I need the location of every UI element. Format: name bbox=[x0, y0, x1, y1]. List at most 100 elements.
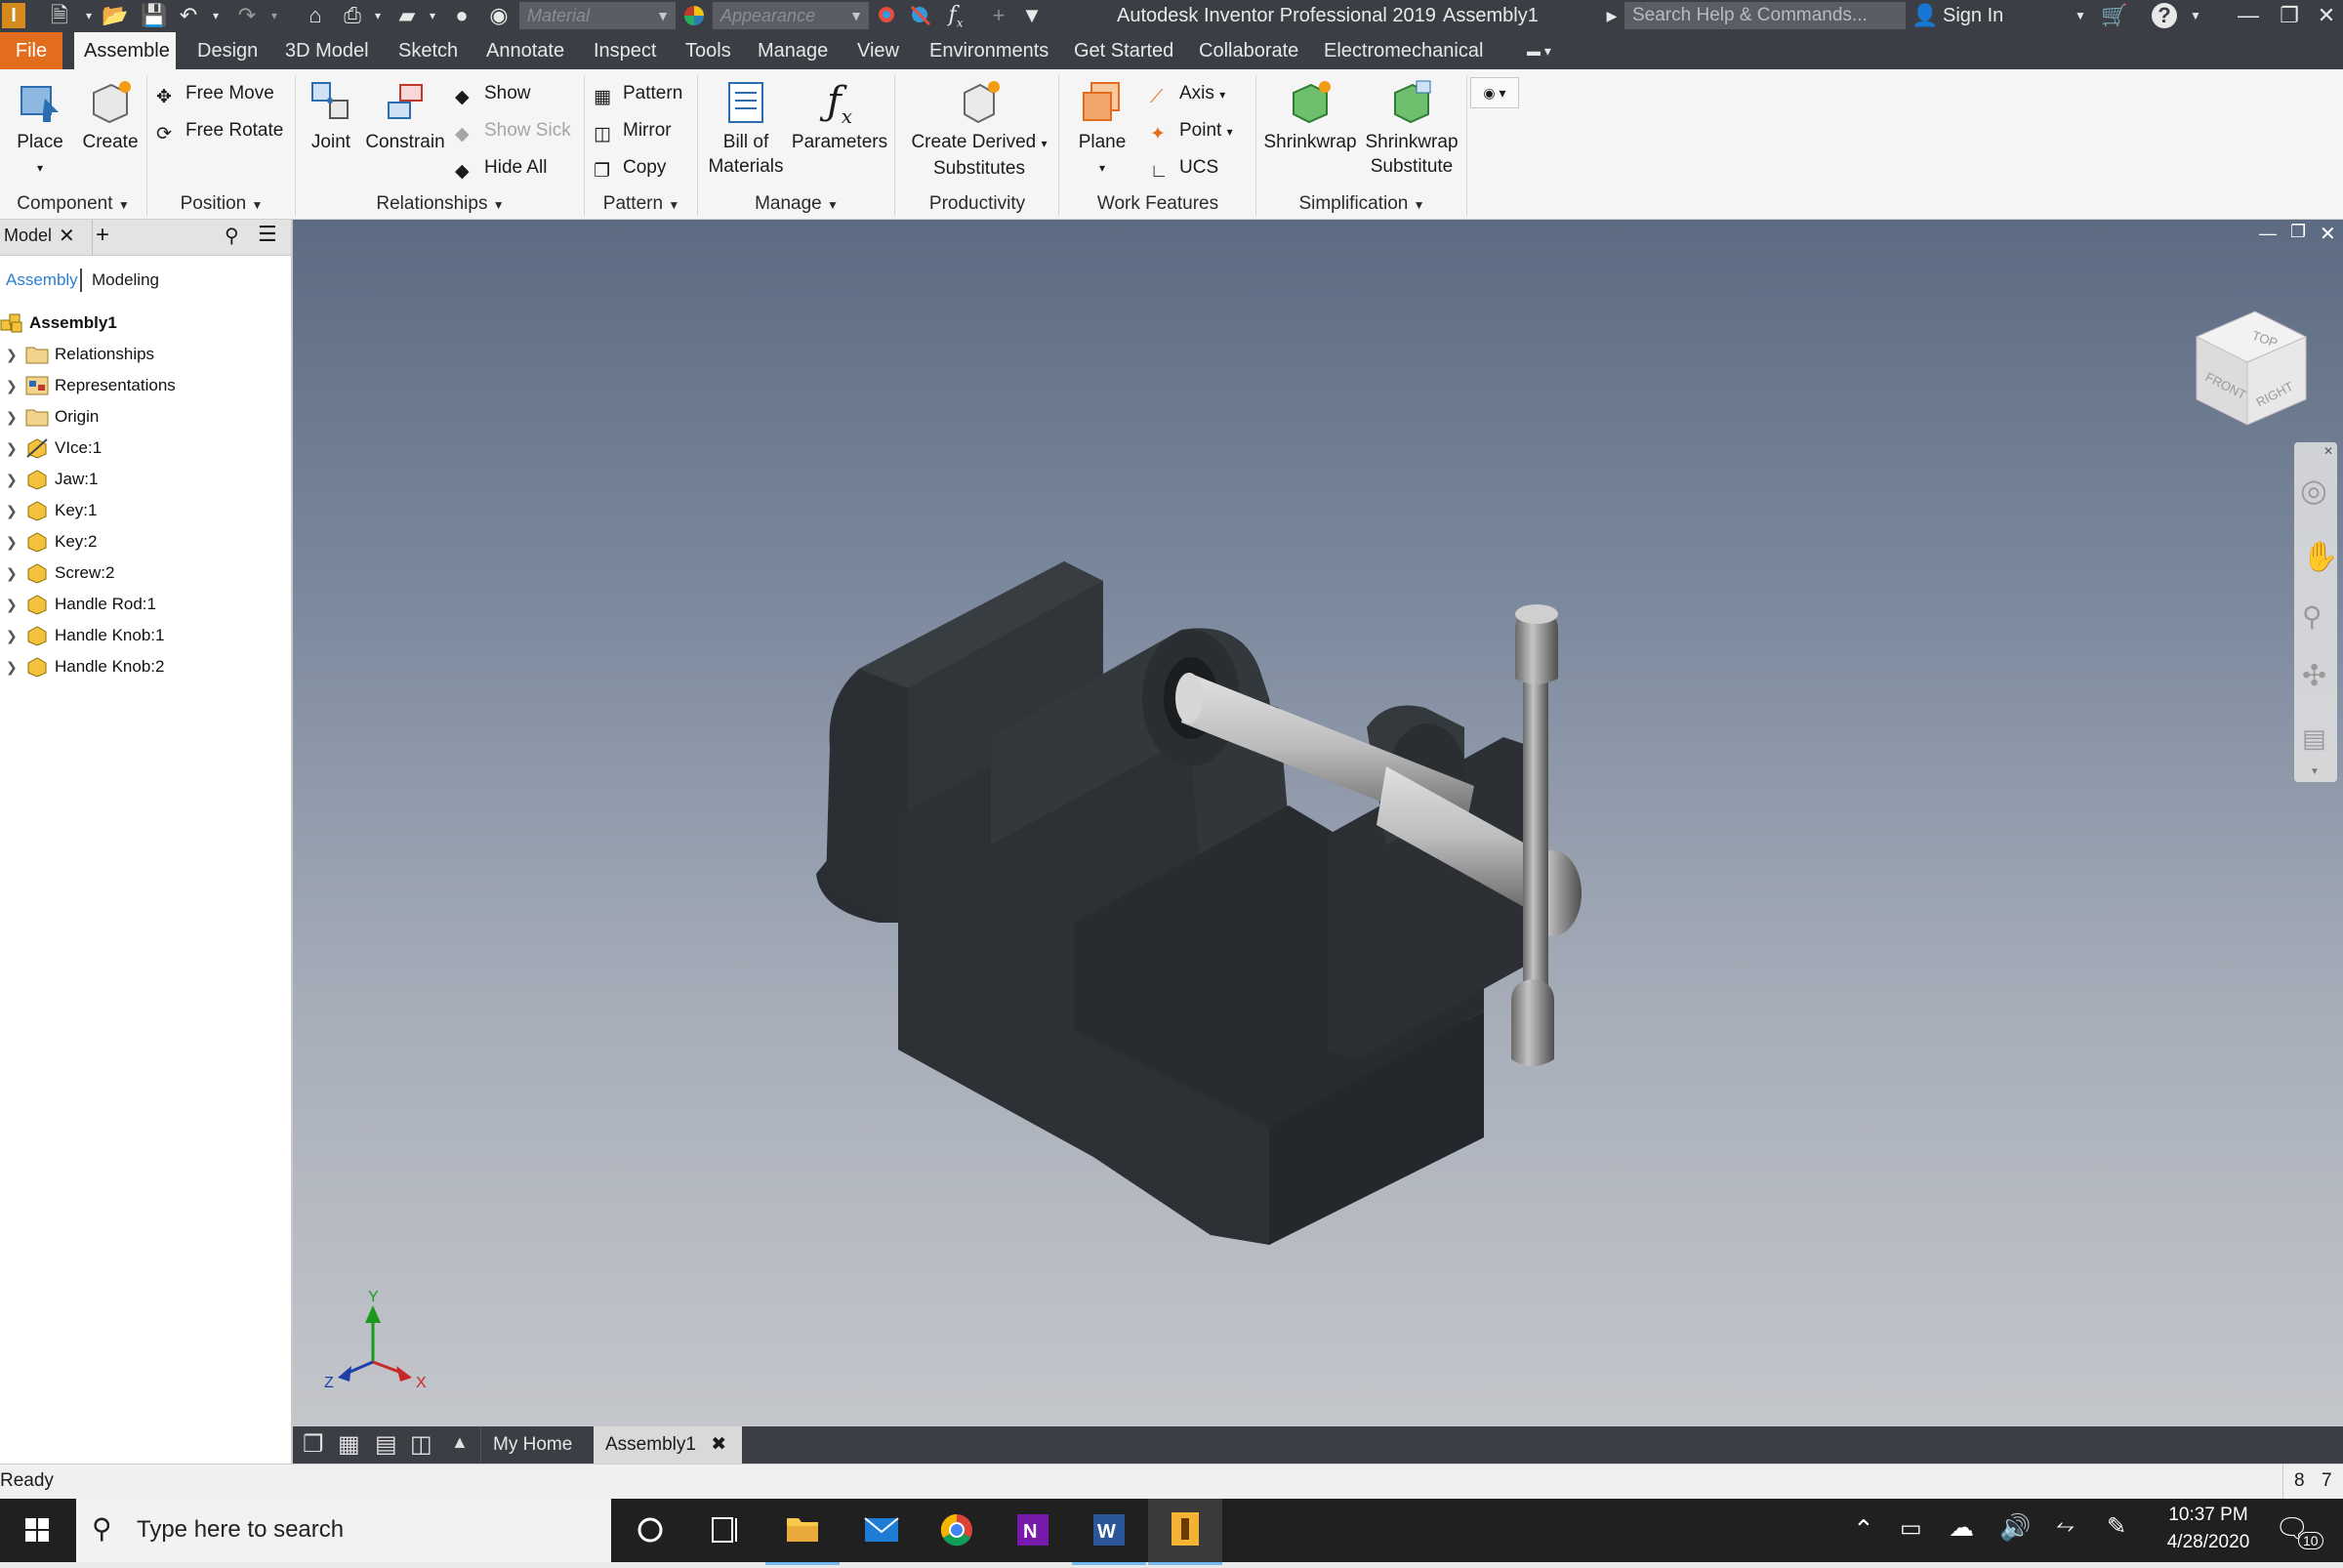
minimize-icon[interactable]: — bbox=[2236, 3, 2261, 28]
pan-hand-icon[interactable]: ✋ bbox=[2302, 540, 2338, 574]
ucs-button[interactable]: ∟ UCS bbox=[1150, 153, 1218, 183]
panel-manage[interactable]: Manage ▼ bbox=[699, 190, 894, 218]
steering-wheel-icon[interactable]: ◎ bbox=[2300, 472, 2327, 509]
clock-time[interactable]: 10:37 PM bbox=[2161, 1505, 2255, 1526]
display-icon[interactable]: ▭ bbox=[1900, 1514, 1922, 1543]
documents-list-icon[interactable]: ▲ bbox=[451, 1432, 469, 1453]
plane-button[interactable]: Plane ▾ bbox=[1068, 77, 1136, 181]
tab-inspect[interactable]: Inspect bbox=[584, 32, 666, 69]
pen-icon[interactable]: ✎ bbox=[2107, 1512, 2126, 1541]
tile-horizontal-icon[interactable]: ▤ bbox=[375, 1430, 397, 1459]
axis-button[interactable]: ⟋ Axis ▾ bbox=[1150, 79, 1225, 108]
hamburger-menu-icon[interactable]: ☰ bbox=[258, 222, 277, 247]
close-tab-icon[interactable]: ✕ bbox=[59, 224, 75, 248]
undo-icon[interactable]: ↶ bbox=[176, 3, 201, 28]
tab-file[interactable]: File bbox=[0, 32, 62, 69]
viewport-close-icon[interactable]: ✕ bbox=[2320, 222, 2336, 246]
mode-assembly[interactable]: Assembly bbox=[6, 270, 78, 290]
pattern-button[interactable]: ▦ Pattern bbox=[594, 79, 682, 108]
free-move-button[interactable]: ✥ Free Move bbox=[156, 79, 274, 108]
hide-all-button[interactable]: ◆ Hide All bbox=[455, 153, 547, 183]
orbit-icon[interactable]: ✣ bbox=[2302, 659, 2326, 693]
onenote-button[interactable]: N bbox=[996, 1499, 1070, 1562]
create-button[interactable]: Create bbox=[78, 77, 143, 154]
panel-productivity[interactable]: Productivity bbox=[896, 190, 1058, 218]
clear-appearance-icon[interactable] bbox=[908, 3, 933, 28]
tab-assemble[interactable]: Assemble bbox=[74, 32, 176, 69]
panel-options-dropdown[interactable]: ◉ ▾ bbox=[1470, 77, 1519, 108]
tab-electromechanical[interactable]: Electromechanical bbox=[1314, 32, 1493, 69]
show-hidden-icons-icon[interactable]: ⌃ bbox=[1853, 1514, 1874, 1545]
show-button[interactable]: ◆ Show bbox=[455, 79, 531, 108]
appearance-combo[interactable]: Appearance ▼ bbox=[713, 2, 869, 29]
add-browser-tab-icon[interactable]: + bbox=[96, 222, 109, 249]
parameters-button[interactable]: ƒx Parameters bbox=[787, 77, 892, 154]
select-dropdown-icon[interactable]: ▾ bbox=[420, 3, 445, 28]
chevron-right-icon[interactable]: ❯ bbox=[6, 464, 18, 495]
tab-manage[interactable]: Manage bbox=[748, 32, 838, 69]
help-dropdown-icon[interactable]: ▼ bbox=[2183, 3, 2208, 28]
color-wheel-icon[interactable]: ◉ bbox=[486, 3, 512, 28]
onedrive-cloud-icon[interactable]: ☁ bbox=[1949, 1512, 1974, 1543]
close-icon[interactable]: ✕ bbox=[2314, 3, 2339, 28]
add-icon[interactable]: + bbox=[986, 3, 1011, 28]
tab-collaborate[interactable]: Collaborate bbox=[1189, 32, 1308, 69]
inventor-taskbar-button[interactable] bbox=[1148, 1499, 1222, 1565]
close-navbar-icon[interactable]: ✕ bbox=[2323, 444, 2333, 458]
cart-icon[interactable]: 🛒 bbox=[2101, 3, 2127, 28]
wifi-icon[interactable]: ⥊ bbox=[2056, 1512, 2075, 1540]
select-icon[interactable]: ▰ bbox=[394, 3, 420, 28]
clock-date[interactable]: 4/28/2020 bbox=[2161, 1532, 2255, 1553]
ribbon-display-toggle-icon[interactable]: ▬ ▾ bbox=[1517, 32, 1561, 69]
chevron-right-icon[interactable]: ❯ bbox=[6, 557, 18, 589]
fx-icon[interactable]: fx bbox=[943, 3, 968, 29]
joint-button[interactable]: Joint bbox=[301, 77, 361, 154]
zoom-icon[interactable]: ⚲ bbox=[2302, 600, 2322, 633]
undo-dropdown-icon[interactable]: ▾ bbox=[203, 3, 228, 28]
panel-relationships[interactable]: Relationships ▼ bbox=[297, 190, 584, 218]
home-icon[interactable]: ⌂ bbox=[303, 3, 328, 28]
viewport-minimize-icon[interactable]: — bbox=[2259, 224, 2277, 244]
user-icon[interactable]: 👤 bbox=[1911, 3, 1938, 28]
inventor-logo-icon[interactable]: I bbox=[2, 3, 25, 28]
print-dropdown-icon[interactable]: ▾ bbox=[365, 3, 390, 28]
panel-work-features[interactable]: Work Features bbox=[1060, 190, 1255, 218]
search-icon[interactable]: ⚲ bbox=[225, 224, 239, 248]
mail-button[interactable] bbox=[843, 1499, 918, 1562]
adjust-appearance-icon[interactable] bbox=[875, 3, 900, 28]
tab-my-home[interactable]: My Home bbox=[480, 1426, 590, 1464]
taskbar-search-input[interactable]: ⚲ Type here to search bbox=[76, 1499, 611, 1562]
tab-sketch[interactable]: Sketch bbox=[389, 32, 468, 69]
graphics-viewport[interactable]: — ❐ ✕ TOP FRONT RIGHT ✕ ◎ ✋ ⚲ ✣ ▤ ▼ Y X … bbox=[293, 220, 2343, 1426]
tab-assembly1[interactable]: Assembly1 ✖ bbox=[594, 1426, 742, 1464]
mirror-button[interactable]: ◫ Mirror bbox=[594, 116, 672, 145]
tab-3d-model[interactable]: 3D Model bbox=[275, 32, 379, 69]
sign-in-dropdown-icon[interactable]: ▼ bbox=[2068, 3, 2093, 28]
constrain-button[interactable]: Constrain bbox=[361, 77, 449, 154]
chevron-right-icon[interactable]: ❯ bbox=[6, 370, 18, 401]
appearance-override-icon[interactable]: ● bbox=[449, 3, 474, 28]
redo-icon[interactable]: ↷ bbox=[234, 3, 260, 28]
chrome-button[interactable] bbox=[920, 1499, 994, 1562]
chevron-right-icon[interactable]: ❯ bbox=[6, 495, 18, 526]
save-icon[interactable]: 💾 bbox=[141, 3, 167, 28]
chevron-right-icon[interactable]: ❯ bbox=[6, 620, 18, 651]
tile-windows-icon[interactable]: ▦ bbox=[338, 1430, 360, 1459]
browser-tab-model[interactable]: Model bbox=[4, 226, 52, 246]
new-file-icon[interactable]: 🗎 bbox=[47, 3, 72, 28]
material-combo[interactable]: Material ▼ bbox=[519, 2, 676, 29]
print-icon[interactable]: ⎙ bbox=[340, 3, 365, 28]
restore-icon[interactable]: ❐ bbox=[2277, 3, 2302, 28]
panel-pattern[interactable]: Pattern ▼ bbox=[586, 190, 697, 218]
open-folder-icon[interactable]: 📂 bbox=[102, 3, 128, 28]
shrinkwrap-button[interactable]: Shrinkwrap bbox=[1259, 77, 1361, 154]
task-view-button[interactable] bbox=[687, 1499, 761, 1562]
search-input[interactable]: Search Help & Commands... bbox=[1624, 2, 1906, 29]
tile-vertical-icon[interactable]: ◫ bbox=[410, 1430, 432, 1459]
chevron-right-icon[interactable]: ❯ bbox=[6, 526, 18, 557]
point-button[interactable]: ✦ Point ▾ bbox=[1150, 116, 1233, 145]
help-icon[interactable]: ? bbox=[2152, 3, 2177, 28]
navbar-dropdown-icon[interactable]: ▼ bbox=[2310, 766, 2320, 777]
appearance-sphere-icon[interactable] bbox=[681, 3, 707, 28]
vise-model-3d[interactable] bbox=[781, 376, 2245, 1352]
